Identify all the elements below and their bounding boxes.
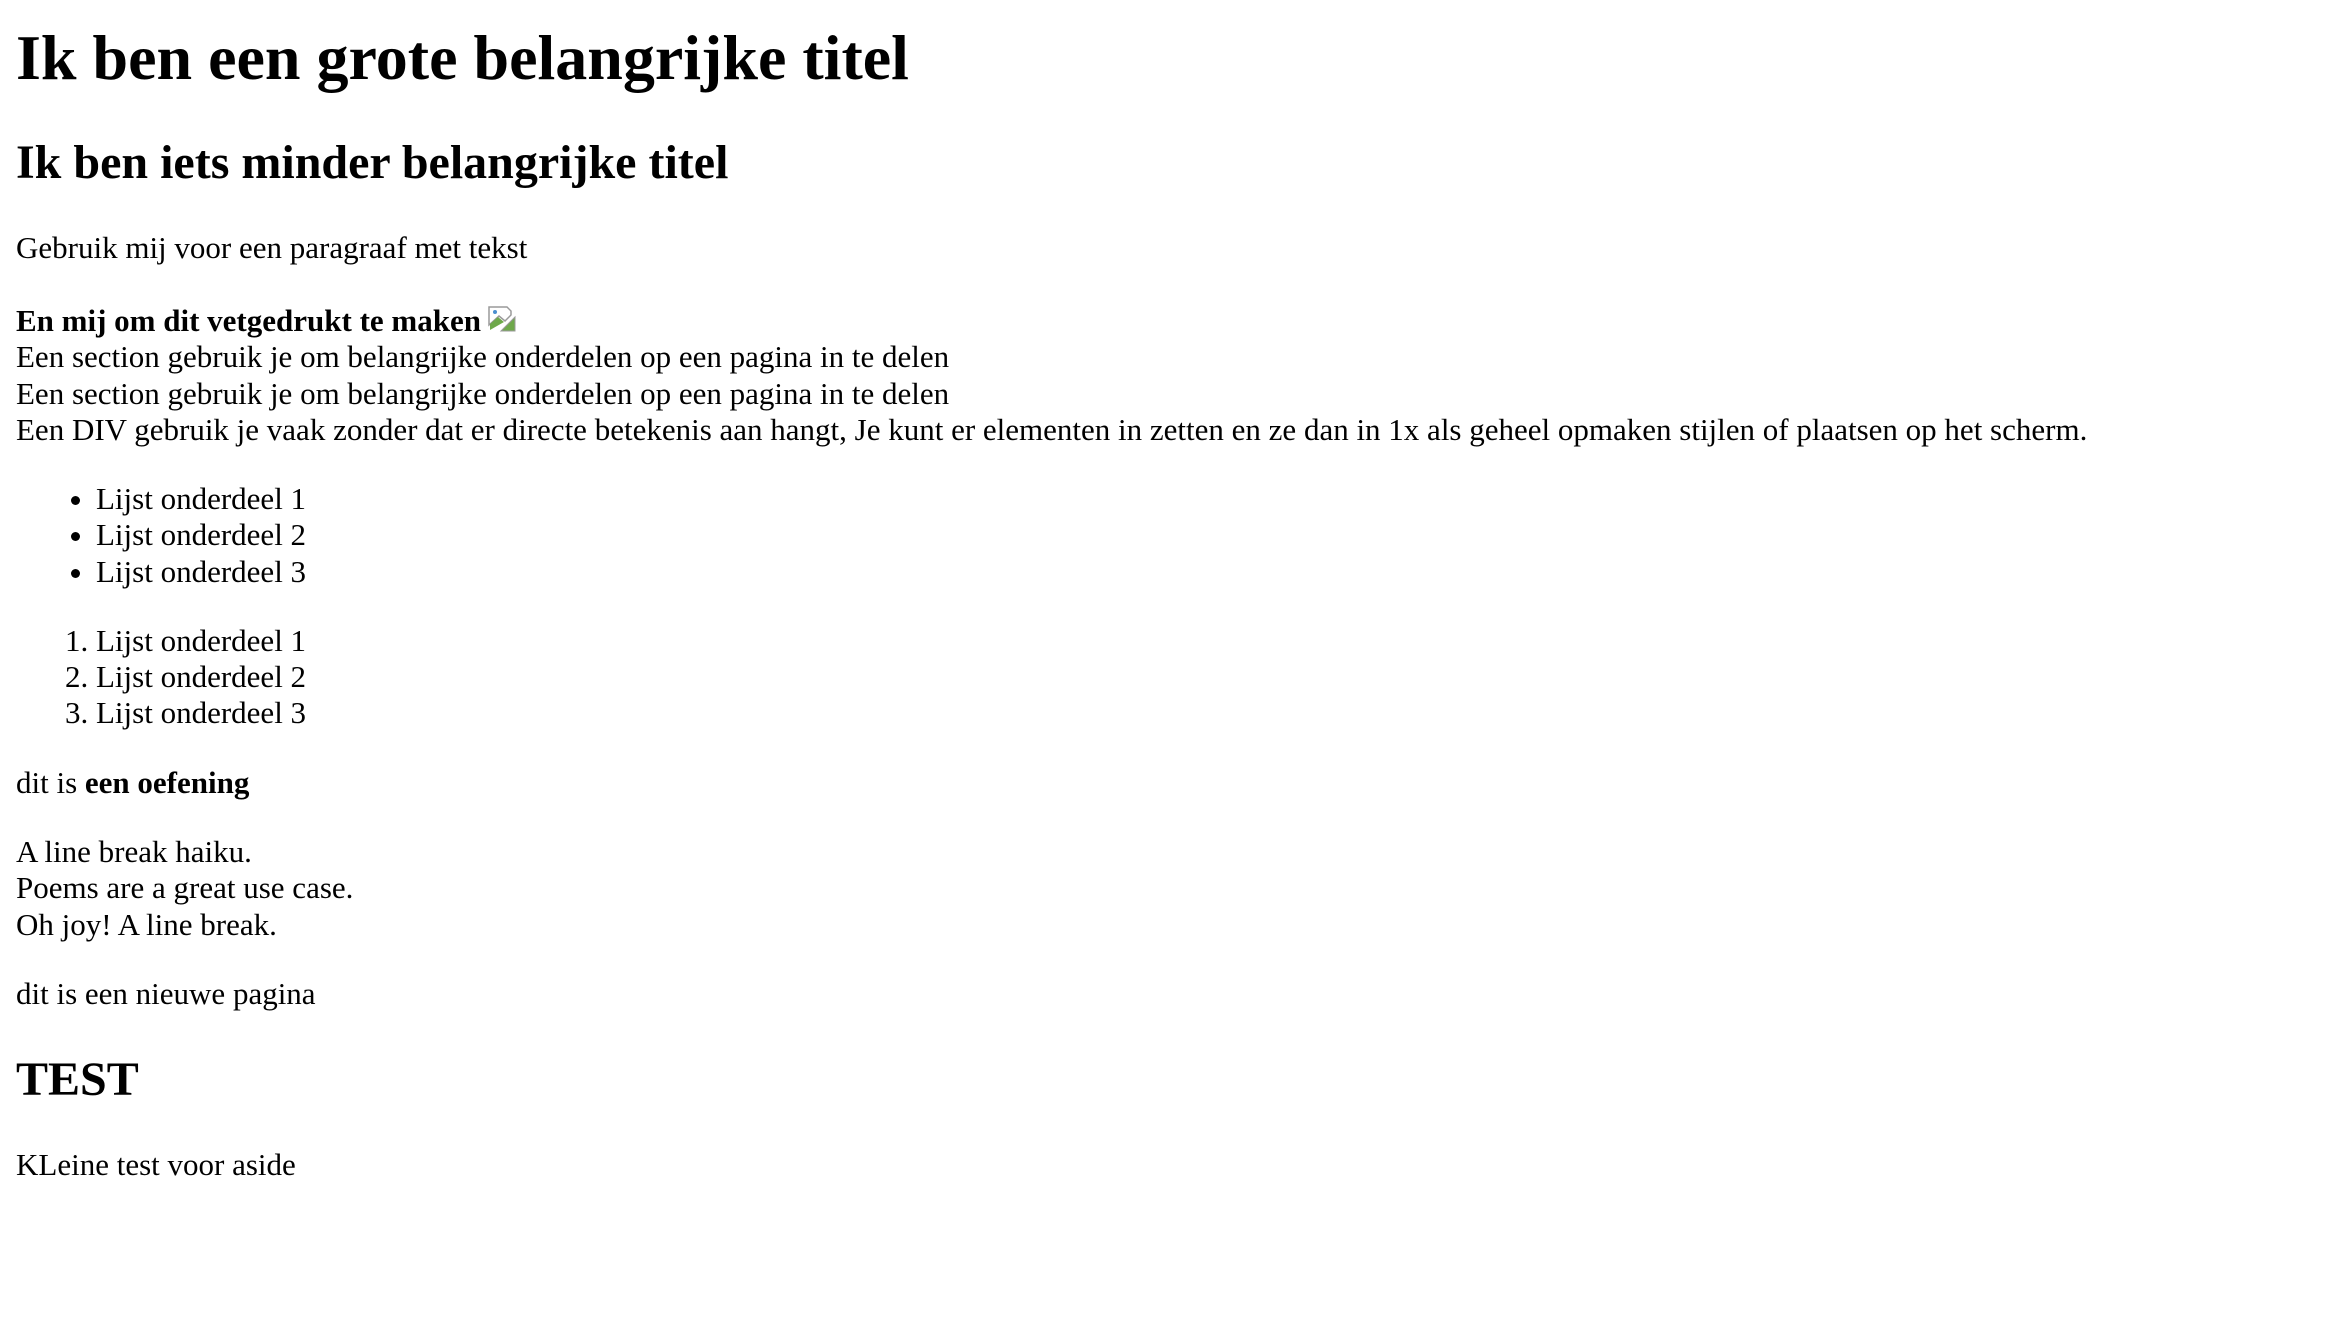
- page-title: Ik ben een grote belangrijke titel: [16, 22, 909, 93]
- aside-text: KLeine test voor aside: [16, 1147, 296, 1183]
- page: Ik ben een grote belangrijke titel Ik be…: [0, 21, 2332, 1183]
- poem-line: Poems are a great use case.: [16, 870, 354, 906]
- list-item: Lijst onderdeel 2: [96, 659, 2316, 695]
- intro-paragraph: Gebruik mij voor een paragraaf met tekst: [16, 229, 528, 265]
- section-2: Een section gebruik je om belangrijke on…: [16, 376, 2316, 412]
- aside: TEST KLeine test voor aside: [16, 1052, 2316, 1183]
- exercise-prefix: dit is: [16, 764, 85, 800]
- div-block: Een DIV gebruik je vaak zonder dat er di…: [16, 412, 2316, 448]
- exercise-strong: een oefening: [84, 764, 250, 800]
- unordered-list: Lijst onderdeel 1 Lijst onderdeel 2 Lijs…: [16, 481, 2316, 590]
- list-item: Lijst onderdeel 3: [96, 695, 2316, 731]
- bold-text: En mij om dit vetgedrukt te maken: [16, 303, 481, 339]
- poem-line: Oh joy! A line break.: [16, 906, 277, 942]
- list-item: Lijst onderdeel 2: [96, 517, 2316, 553]
- section-text: Een section gebruik je om belangrijke on…: [16, 375, 950, 411]
- page-subtitle: Ik ben iets minder belangrijke titel: [16, 135, 729, 189]
- poem: A line break haiku. Poems are a great us…: [16, 834, 2316, 943]
- list-item: Lijst onderdeel 1: [96, 623, 2316, 659]
- list-item: Lijst onderdeel 3: [96, 554, 2316, 590]
- broken-image-icon: [487, 303, 517, 333]
- new-page-paragraph: dit is een nieuwe pagina: [16, 975, 316, 1011]
- list-item: Lijst onderdeel 1: [96, 481, 2316, 517]
- exercise-paragraph: dit is een oefening: [16, 765, 2316, 801]
- poem-line: A line break haiku.: [16, 833, 252, 869]
- section-text: Een section gebruik je om belangrijke on…: [16, 339, 950, 375]
- ordered-list: Lijst onderdeel 1 Lijst onderdeel 2 Lijs…: [16, 623, 2316, 732]
- bold-paragraph: En mij om dit vetgedrukt te maken: [16, 301, 2316, 339]
- aside-title: TEST: [16, 1053, 139, 1107]
- div-text: Een DIV gebruik je vaak zonder dat er di…: [16, 411, 2088, 447]
- section-1: Een section gebruik je om belangrijke on…: [16, 339, 2316, 375]
